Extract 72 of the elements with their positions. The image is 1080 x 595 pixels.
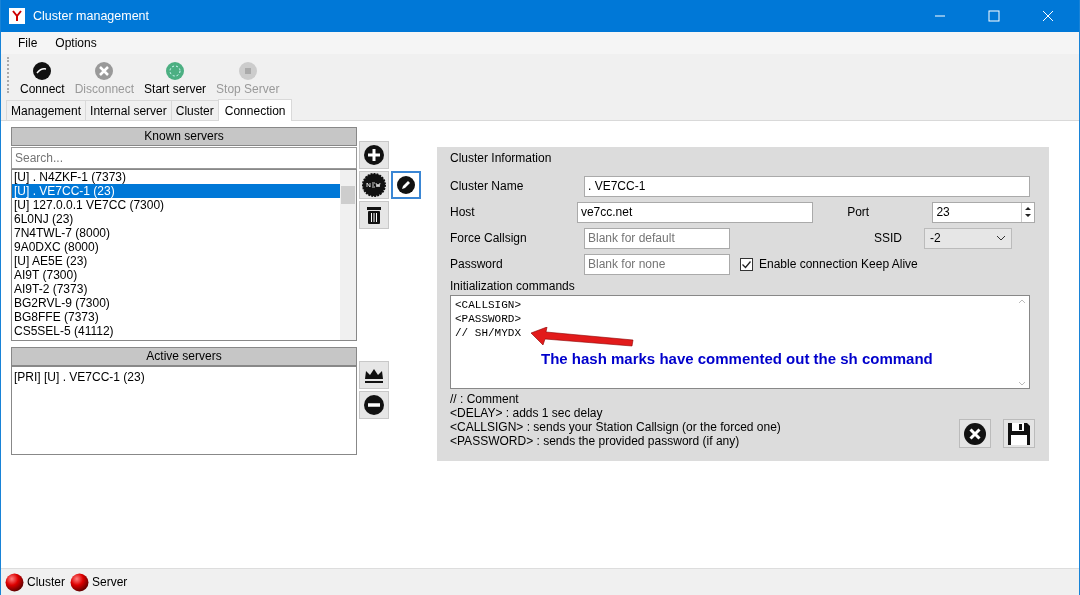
server-item[interactable]: [U] . VE7CC-1 (23) — [12, 184, 340, 198]
help-text: <CALLSIGN> : sends your Station Callsign (or the forced one) — [450, 420, 782, 434]
crown-button[interactable] — [359, 361, 389, 389]
window-title: Cluster management — [33, 9, 150, 23]
maximize-icon[interactable] — [988, 10, 1000, 22]
delete-button[interactable] — [359, 201, 389, 229]
toolbar-button[interactable]: Connect — [15, 61, 70, 96]
tab[interactable]: Connection — [217, 99, 293, 121]
field-label: SSID — [873, 231, 903, 245]
close-icon[interactable] — [1042, 10, 1054, 22]
help-text: // : Comment — [450, 392, 520, 406]
ssid-dropdown[interactable]: -2 — [924, 227, 1012, 249]
panel-header: Active servers — [11, 347, 357, 366]
status-label: Server — [92, 575, 128, 589]
keep-alive-checkbox[interactable]: Enable connection Keep Alive — [740, 257, 918, 271]
server-item[interactable]: AI9T (7300) — [12, 268, 340, 282]
server-item[interactable]: 7N4TWL-7 (8000) — [12, 226, 340, 240]
menu-item[interactable]: Options — [46, 36, 106, 50]
stop-circle-icon — [237, 61, 258, 81]
server-item[interactable]: [U] . N4ZKF-1 (7373) — [12, 170, 340, 184]
init-commands-field[interactable]: <CALLSIGN> <PASSWORD> // SH/MYDX The hash marks have commented out the sh command — [450, 295, 1030, 389]
field-label: Force Callsign — [450, 231, 528, 245]
edit-button[interactable] — [391, 171, 421, 199]
panel-header: Known servers — [11, 127, 357, 146]
checkbox-icon[interactable] — [740, 257, 753, 271]
server-item[interactable]: BG2RVL-9 (7300) — [12, 296, 340, 310]
gauge-icon — [32, 61, 53, 81]
host-field[interactable]: ve7cc.net — [576, 201, 814, 223]
new-badge-button[interactable] — [359, 171, 389, 199]
field-label: Initialization commands — [450, 279, 576, 293]
status-label: Cluster — [27, 575, 65, 589]
chevron-down-icon — [996, 235, 1006, 241]
spin-arrows-icon[interactable] — [1024, 205, 1032, 219]
globe-icon — [165, 61, 186, 81]
server-item[interactable]: 9A0DXC (8000) — [12, 240, 340, 254]
section-title: Cluster Information — [450, 151, 553, 167]
server-item[interactable]: BG8FFE (7373) — [12, 310, 340, 324]
remove-button[interactable] — [359, 391, 389, 419]
scroll-arrows-icon — [1018, 298, 1026, 388]
command-line: <CALLSIGN> — [455, 298, 521, 312]
lamp-icon — [5, 572, 24, 592]
help-text: <DELAY> : adds 1 sec delay — [450, 406, 604, 420]
server-item[interactable]: [PRI] [U] . VE7CC-1 (23) — [12, 370, 356, 384]
cancel-button[interactable] — [959, 419, 991, 448]
help-text: <PASSWORD> : sends the provided password (if any) — [450, 434, 741, 448]
cluster-name-field[interactable]: . VE7CC-1 — [584, 175, 1030, 197]
field-label: Host — [450, 205, 476, 219]
port-spinbox[interactable]: 23 — [932, 201, 1035, 223]
menu-item[interactable]: File — [9, 36, 47, 50]
field-label: Password — [450, 257, 504, 271]
field-label: Cluster Name — [450, 179, 525, 193]
server-item[interactable]: [U] 127.0.0.1 VE7CC (7300) — [12, 198, 340, 212]
server-item[interactable]: AI9T-2 (7373) — [12, 282, 340, 296]
field-label: Port — [846, 205, 871, 219]
trash-icon — [365, 205, 383, 225]
add-button[interactable] — [359, 141, 389, 169]
server-item[interactable]: [U] AE5E (23) — [12, 254, 340, 268]
password-field[interactable]: Blank for none — [584, 253, 730, 275]
app-icon — [9, 8, 25, 24]
scrollbar[interactable] — [340, 170, 356, 340]
server-item[interactable]: 6L0NJ (23) — [12, 212, 340, 226]
tab[interactable]: Management — [6, 100, 87, 120]
command-line: <PASSWORD> — [455, 312, 521, 326]
lamp-icon — [70, 572, 89, 592]
command-line: // SH/MYDX — [455, 326, 521, 340]
force-callsign-field[interactable]: Blank for default — [584, 227, 730, 249]
server-item[interactable]: CS5SEL-5 (41112) — [12, 324, 340, 338]
search-field[interactable]: Search... — [11, 147, 357, 169]
annotation-text: The hash marks have commented out the sh command — [541, 350, 933, 367]
save-button[interactable] — [1003, 419, 1035, 448]
x-circle-icon — [94, 61, 115, 81]
toolbar-button[interactable]: Start server — [139, 61, 212, 96]
